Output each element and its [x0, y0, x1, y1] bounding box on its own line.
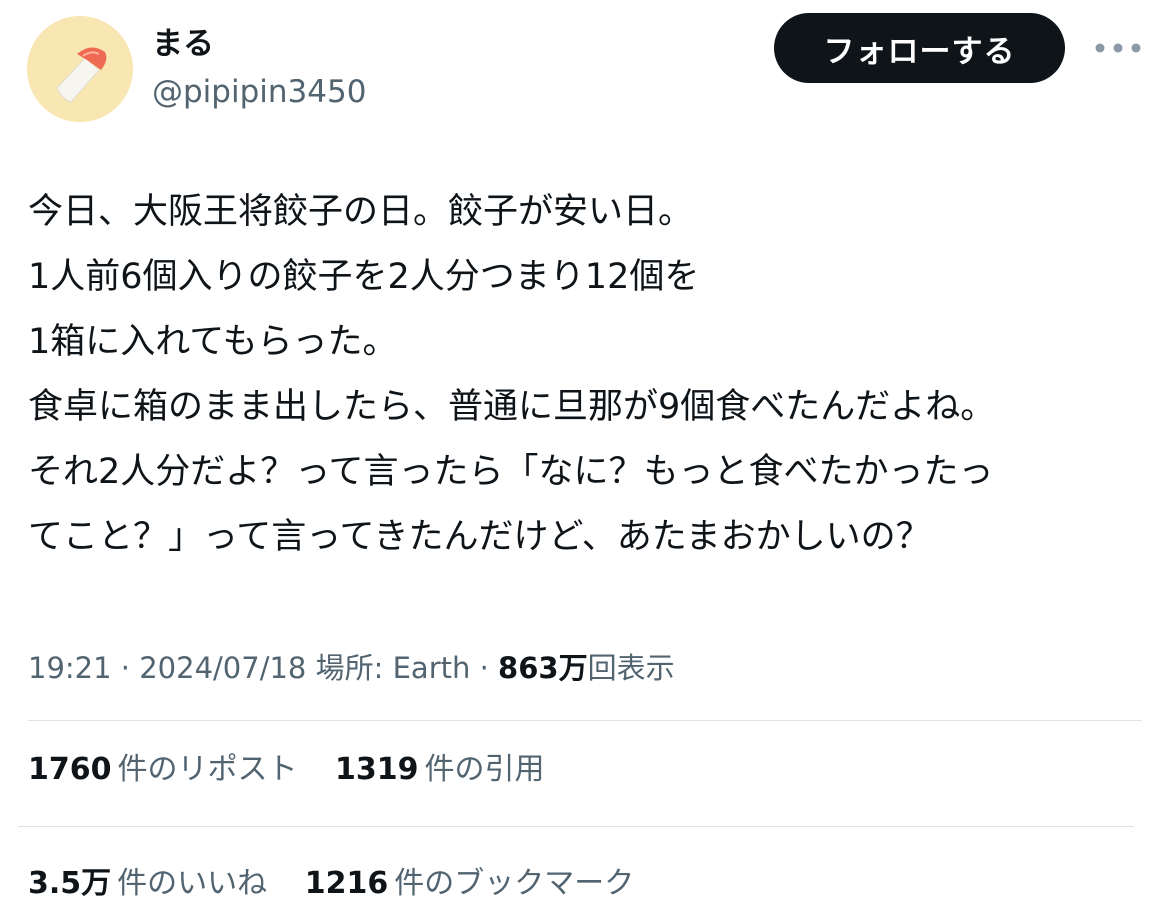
meta-separator: · — [470, 651, 499, 685]
stats-row-likes: 3.5万 件のいいね 1216 件のブックマーク — [28, 862, 662, 906]
user-handle[interactable]: @pipipin3450 — [152, 72, 366, 112]
tweet-date[interactable]: 2024/07/18 — [139, 651, 306, 685]
divider — [28, 720, 1142, 721]
more-options-button[interactable] — [1090, 30, 1146, 66]
tweet-meta: 19:21 · 2024/07/18 場所: Earth · 863万回表示 — [28, 646, 675, 690]
quotes-stat[interactable]: 1319 件の引用 — [335, 748, 545, 792]
avatar-image-icon — [27, 16, 133, 122]
likes-stat[interactable]: 3.5万 件のいいね — [28, 862, 267, 906]
bookmarks-count: 1216 — [304, 866, 389, 901]
likes-count: 3.5万 — [28, 866, 112, 901]
view-count-label: 回表示 — [587, 651, 675, 685]
tweet-time[interactable]: 19:21 — [28, 651, 112, 685]
tweet-header: まる @pipipin3450 フォローする — [0, 0, 1170, 140]
tweet-text-line: 食卓に箱のまま出したら、普通に旦那が9個食べたんだよね。 — [28, 387, 996, 427]
tweet-location: 場所: Earth — [315, 651, 471, 685]
tweet-text: 今日、大阪王将餃子の日。餃子が安い日。 1人前6個入りの餃子を2人分つまり12個… — [28, 180, 1148, 570]
view-count: 863万 — [498, 651, 588, 685]
likes-label: 件のいいね — [117, 866, 268, 901]
follow-button[interactable]: フォローする — [774, 13, 1065, 83]
divider — [18, 826, 1134, 827]
display-name[interactable]: まる — [152, 24, 214, 64]
quotes-label: 件の引用 — [424, 752, 545, 787]
tweet-text-line: 1人前6個入りの餃子を2人分つまり12個を — [28, 257, 700, 297]
avatar[interactable] — [27, 16, 133, 122]
reposts-count: 1760 — [28, 752, 112, 787]
tweet-text-line: それ2人分だよ？って言ったら「なに？もっと食べたかったっ — [28, 452, 994, 492]
reposts-label: 件のリポスト — [117, 752, 298, 787]
bookmarks-label: 件のブックマーク — [394, 866, 635, 901]
bookmarks-stat[interactable]: 1216 件のブックマーク — [305, 862, 635, 906]
quotes-count: 1319 — [335, 752, 419, 787]
reposts-stat[interactable]: 1760 件のリポスト — [28, 748, 298, 792]
tweet-text-line: てこと？」って言ってきたんだけど、あたまおかしいの？ — [28, 517, 931, 557]
more-dots-icon — [1095, 43, 1141, 53]
tweet-text-line: 1箱に入れてもらった。 — [28, 322, 398, 362]
meta-separator: · — [111, 651, 140, 685]
tweet-text-line: 今日、大阪王将餃子の日。餃子が安い日。 — [28, 192, 694, 232]
stats-row-engagement: 1760 件のリポスト 1319 件の引用 — [28, 748, 573, 792]
